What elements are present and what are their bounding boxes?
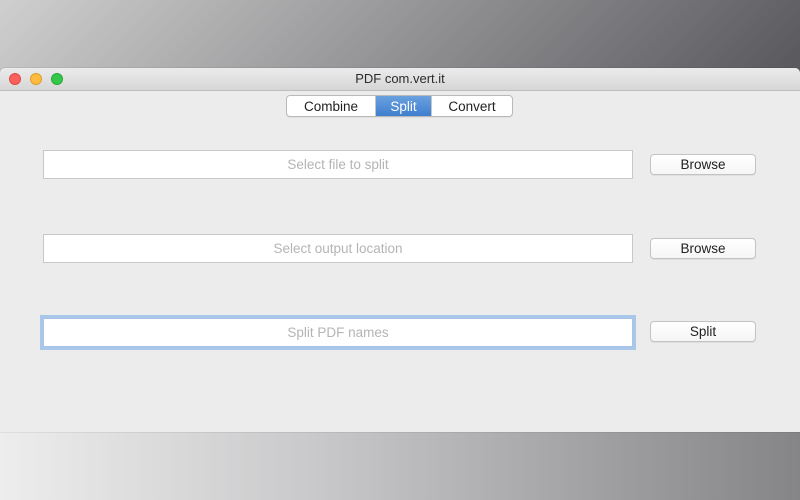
app-window: PDF com.vert.it Combine Split Convert Br… — [0, 68, 800, 432]
tab-split[interactable]: Split — [376, 96, 432, 116]
tab-combine[interactable]: Combine — [287, 96, 376, 116]
mode-segmented-control: Combine Split Convert — [286, 95, 513, 117]
title-bar: PDF com.vert.it — [0, 68, 800, 91]
tab-convert[interactable]: Convert — [432, 96, 512, 116]
browse-source-button[interactable]: Browse — [650, 154, 756, 175]
browse-output-button[interactable]: Browse — [650, 238, 756, 259]
output-location-input[interactable] — [43, 234, 633, 263]
source-file-input[interactable] — [43, 150, 633, 179]
desktop-background-bottom — [0, 432, 800, 500]
window-title: PDF com.vert.it — [355, 71, 445, 86]
split-button[interactable]: Split — [650, 321, 756, 342]
split-names-input[interactable] — [43, 318, 633, 347]
